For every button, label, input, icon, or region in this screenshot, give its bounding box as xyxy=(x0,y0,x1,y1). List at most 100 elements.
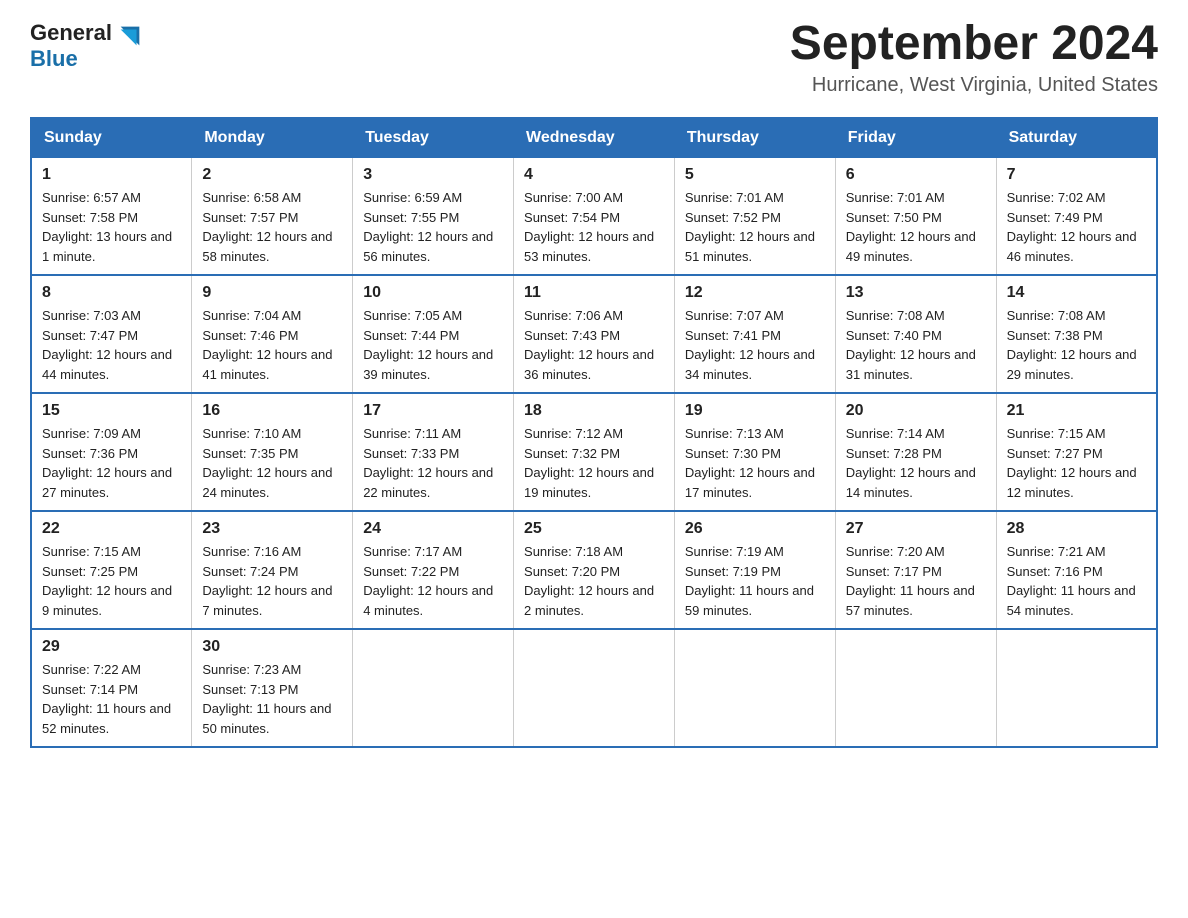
day-number: 6 xyxy=(846,166,986,184)
page-header: General Blue September 2024 Hurricane, W… xyxy=(30,20,1158,97)
day-number: 17 xyxy=(363,402,503,420)
day-number: 26 xyxy=(685,520,825,538)
col-monday: Monday xyxy=(192,118,353,158)
day-number: 12 xyxy=(685,284,825,302)
day-number: 24 xyxy=(363,520,503,538)
day-info: Sunrise: 7:21 AMSunset: 7:16 PMDaylight:… xyxy=(1007,544,1136,618)
day-info: Sunrise: 7:02 AMSunset: 7:49 PMDaylight:… xyxy=(1007,190,1137,264)
location-text: Hurricane, West Virginia, United States xyxy=(790,74,1158,97)
day-info: Sunrise: 7:18 AMSunset: 7:20 PMDaylight:… xyxy=(524,544,654,618)
table-row xyxy=(514,629,675,747)
day-info: Sunrise: 7:16 AMSunset: 7:24 PMDaylight:… xyxy=(202,544,332,618)
day-info: Sunrise: 7:22 AMSunset: 7:14 PMDaylight:… xyxy=(42,662,171,736)
day-info: Sunrise: 7:17 AMSunset: 7:22 PMDaylight:… xyxy=(363,544,493,618)
logo-icon xyxy=(116,22,144,50)
table-row xyxy=(835,629,996,747)
day-number: 13 xyxy=(846,284,986,302)
calendar-week-3: 15 Sunrise: 7:09 AMSunset: 7:36 PMDaylig… xyxy=(31,393,1157,511)
day-info: Sunrise: 7:08 AMSunset: 7:38 PMDaylight:… xyxy=(1007,308,1137,382)
table-row xyxy=(674,629,835,747)
day-number: 30 xyxy=(202,638,342,656)
logo-blue-text: Blue xyxy=(30,46,112,72)
table-row: 2 Sunrise: 6:58 AMSunset: 7:57 PMDayligh… xyxy=(192,158,353,276)
day-number: 25 xyxy=(524,520,664,538)
table-row: 22 Sunrise: 7:15 AMSunset: 7:25 PMDaylig… xyxy=(31,511,192,629)
day-number: 22 xyxy=(42,520,181,538)
day-info: Sunrise: 7:08 AMSunset: 7:40 PMDaylight:… xyxy=(846,308,976,382)
table-row: 26 Sunrise: 7:19 AMSunset: 7:19 PMDaylig… xyxy=(674,511,835,629)
logo-text: General Blue xyxy=(30,20,112,73)
day-info: Sunrise: 7:19 AMSunset: 7:19 PMDaylight:… xyxy=(685,544,814,618)
table-row: 14 Sunrise: 7:08 AMSunset: 7:38 PMDaylig… xyxy=(996,275,1157,393)
logo: General Blue xyxy=(30,20,144,73)
col-thursday: Thursday xyxy=(674,118,835,158)
col-wednesday: Wednesday xyxy=(514,118,675,158)
day-number: 10 xyxy=(363,284,503,302)
table-row: 9 Sunrise: 7:04 AMSunset: 7:46 PMDayligh… xyxy=(192,275,353,393)
table-row: 6 Sunrise: 7:01 AMSunset: 7:50 PMDayligh… xyxy=(835,158,996,276)
day-number: 18 xyxy=(524,402,664,420)
logo-general-text: General xyxy=(30,20,112,46)
day-info: Sunrise: 7:01 AMSunset: 7:52 PMDaylight:… xyxy=(685,190,815,264)
day-info: Sunrise: 7:20 AMSunset: 7:17 PMDaylight:… xyxy=(846,544,975,618)
month-title: September 2024 xyxy=(790,20,1158,68)
day-info: Sunrise: 7:23 AMSunset: 7:13 PMDaylight:… xyxy=(202,662,331,736)
calendar-week-1: 1 Sunrise: 6:57 AMSunset: 7:58 PMDayligh… xyxy=(31,158,1157,276)
table-row: 27 Sunrise: 7:20 AMSunset: 7:17 PMDaylig… xyxy=(835,511,996,629)
table-row: 18 Sunrise: 7:12 AMSunset: 7:32 PMDaylig… xyxy=(514,393,675,511)
title-block: September 2024 Hurricane, West Virginia,… xyxy=(790,20,1158,97)
day-number: 8 xyxy=(42,284,181,302)
table-row: 10 Sunrise: 7:05 AMSunset: 7:44 PMDaylig… xyxy=(353,275,514,393)
day-number: 14 xyxy=(1007,284,1146,302)
table-row: 23 Sunrise: 7:16 AMSunset: 7:24 PMDaylig… xyxy=(192,511,353,629)
day-info: Sunrise: 7:03 AMSunset: 7:47 PMDaylight:… xyxy=(42,308,172,382)
table-row: 5 Sunrise: 7:01 AMSunset: 7:52 PMDayligh… xyxy=(674,158,835,276)
calendar-week-2: 8 Sunrise: 7:03 AMSunset: 7:47 PMDayligh… xyxy=(31,275,1157,393)
table-row: 25 Sunrise: 7:18 AMSunset: 7:20 PMDaylig… xyxy=(514,511,675,629)
day-number: 1 xyxy=(42,166,181,184)
day-info: Sunrise: 7:06 AMSunset: 7:43 PMDaylight:… xyxy=(524,308,654,382)
calendar-header-row: Sunday Monday Tuesday Wednesday Thursday… xyxy=(31,118,1157,158)
day-info: Sunrise: 6:58 AMSunset: 7:57 PMDaylight:… xyxy=(202,190,332,264)
day-number: 7 xyxy=(1007,166,1146,184)
day-number: 29 xyxy=(42,638,181,656)
day-info: Sunrise: 7:14 AMSunset: 7:28 PMDaylight:… xyxy=(846,426,976,500)
calendar-body: 1 Sunrise: 6:57 AMSunset: 7:58 PMDayligh… xyxy=(31,158,1157,748)
day-number: 11 xyxy=(524,284,664,302)
day-number: 19 xyxy=(685,402,825,420)
table-row xyxy=(996,629,1157,747)
table-row: 24 Sunrise: 7:17 AMSunset: 7:22 PMDaylig… xyxy=(353,511,514,629)
day-number: 15 xyxy=(42,402,181,420)
col-sunday: Sunday xyxy=(31,118,192,158)
day-info: Sunrise: 7:04 AMSunset: 7:46 PMDaylight:… xyxy=(202,308,332,382)
day-number: 21 xyxy=(1007,402,1146,420)
day-info: Sunrise: 7:15 AMSunset: 7:25 PMDaylight:… xyxy=(42,544,172,618)
day-info: Sunrise: 7:01 AMSunset: 7:50 PMDaylight:… xyxy=(846,190,976,264)
day-number: 5 xyxy=(685,166,825,184)
day-info: Sunrise: 7:13 AMSunset: 7:30 PMDaylight:… xyxy=(685,426,815,500)
table-row: 28 Sunrise: 7:21 AMSunset: 7:16 PMDaylig… xyxy=(996,511,1157,629)
table-row: 19 Sunrise: 7:13 AMSunset: 7:30 PMDaylig… xyxy=(674,393,835,511)
day-info: Sunrise: 7:05 AMSunset: 7:44 PMDaylight:… xyxy=(363,308,493,382)
day-number: 3 xyxy=(363,166,503,184)
day-number: 20 xyxy=(846,402,986,420)
day-info: Sunrise: 7:09 AMSunset: 7:36 PMDaylight:… xyxy=(42,426,172,500)
day-info: Sunrise: 7:15 AMSunset: 7:27 PMDaylight:… xyxy=(1007,426,1137,500)
calendar-table: Sunday Monday Tuesday Wednesday Thursday… xyxy=(30,117,1158,748)
day-number: 2 xyxy=(202,166,342,184)
table-row: 7 Sunrise: 7:02 AMSunset: 7:49 PMDayligh… xyxy=(996,158,1157,276)
col-tuesday: Tuesday xyxy=(353,118,514,158)
table-row: 13 Sunrise: 7:08 AMSunset: 7:40 PMDaylig… xyxy=(835,275,996,393)
table-row xyxy=(353,629,514,747)
col-friday: Friday xyxy=(835,118,996,158)
table-row: 15 Sunrise: 7:09 AMSunset: 7:36 PMDaylig… xyxy=(31,393,192,511)
day-info: Sunrise: 7:12 AMSunset: 7:32 PMDaylight:… xyxy=(524,426,654,500)
day-number: 16 xyxy=(202,402,342,420)
table-row: 8 Sunrise: 7:03 AMSunset: 7:47 PMDayligh… xyxy=(31,275,192,393)
table-row: 3 Sunrise: 6:59 AMSunset: 7:55 PMDayligh… xyxy=(353,158,514,276)
day-info: Sunrise: 7:07 AMSunset: 7:41 PMDaylight:… xyxy=(685,308,815,382)
day-info: Sunrise: 7:10 AMSunset: 7:35 PMDaylight:… xyxy=(202,426,332,500)
day-info: Sunrise: 7:00 AMSunset: 7:54 PMDaylight:… xyxy=(524,190,654,264)
day-info: Sunrise: 7:11 AMSunset: 7:33 PMDaylight:… xyxy=(363,426,493,500)
day-number: 27 xyxy=(846,520,986,538)
